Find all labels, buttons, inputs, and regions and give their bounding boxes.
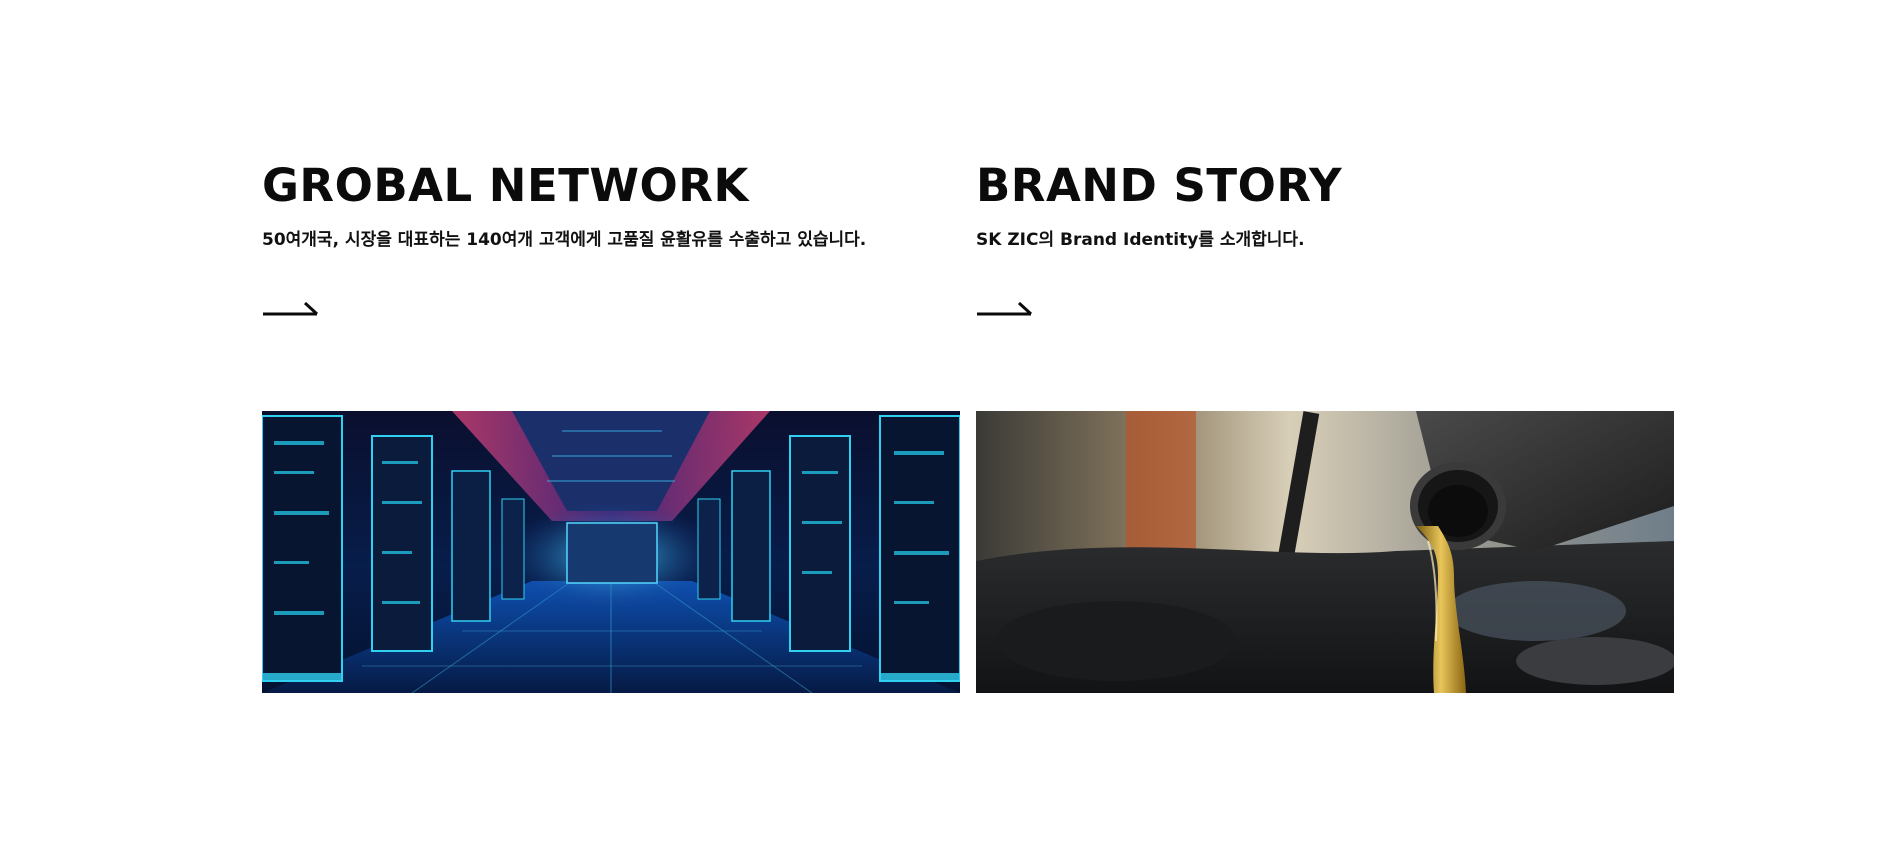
arrow-right-icon	[263, 301, 319, 316]
feature-cards: GROBAL NETWORK 50여개국, 시장을 대표하는 140여개 고객에…	[262, 158, 1674, 693]
arrow-right-icon	[977, 301, 1033, 316]
global-network-more-link[interactable]	[262, 297, 320, 317]
card-global-network: GROBAL NETWORK 50여개국, 시장을 대표하는 140여개 고객에…	[262, 158, 960, 693]
card-brand-story: BRAND STORY SK ZIC의 Brand Identity를 소개합니…	[976, 158, 1674, 693]
data-center-corridor-image[interactable]	[262, 411, 960, 693]
card-title: GROBAL NETWORK	[262, 159, 749, 212]
oil-pouring-image[interactable]	[976, 411, 1674, 693]
card-description: 50여개국, 시장을 대표하는 140여개 고객에게 고품질 윤활유를 수출하고…	[262, 230, 867, 250]
brand-story-more-link[interactable]	[976, 297, 1034, 317]
card-description: SK ZIC의 Brand Identity를 소개합니다.	[976, 230, 1305, 250]
page: GROBAL NETWORK 50여개국, 시장을 대표하는 140여개 고객에…	[0, 0, 1903, 865]
card-title: BRAND STORY	[976, 159, 1343, 212]
